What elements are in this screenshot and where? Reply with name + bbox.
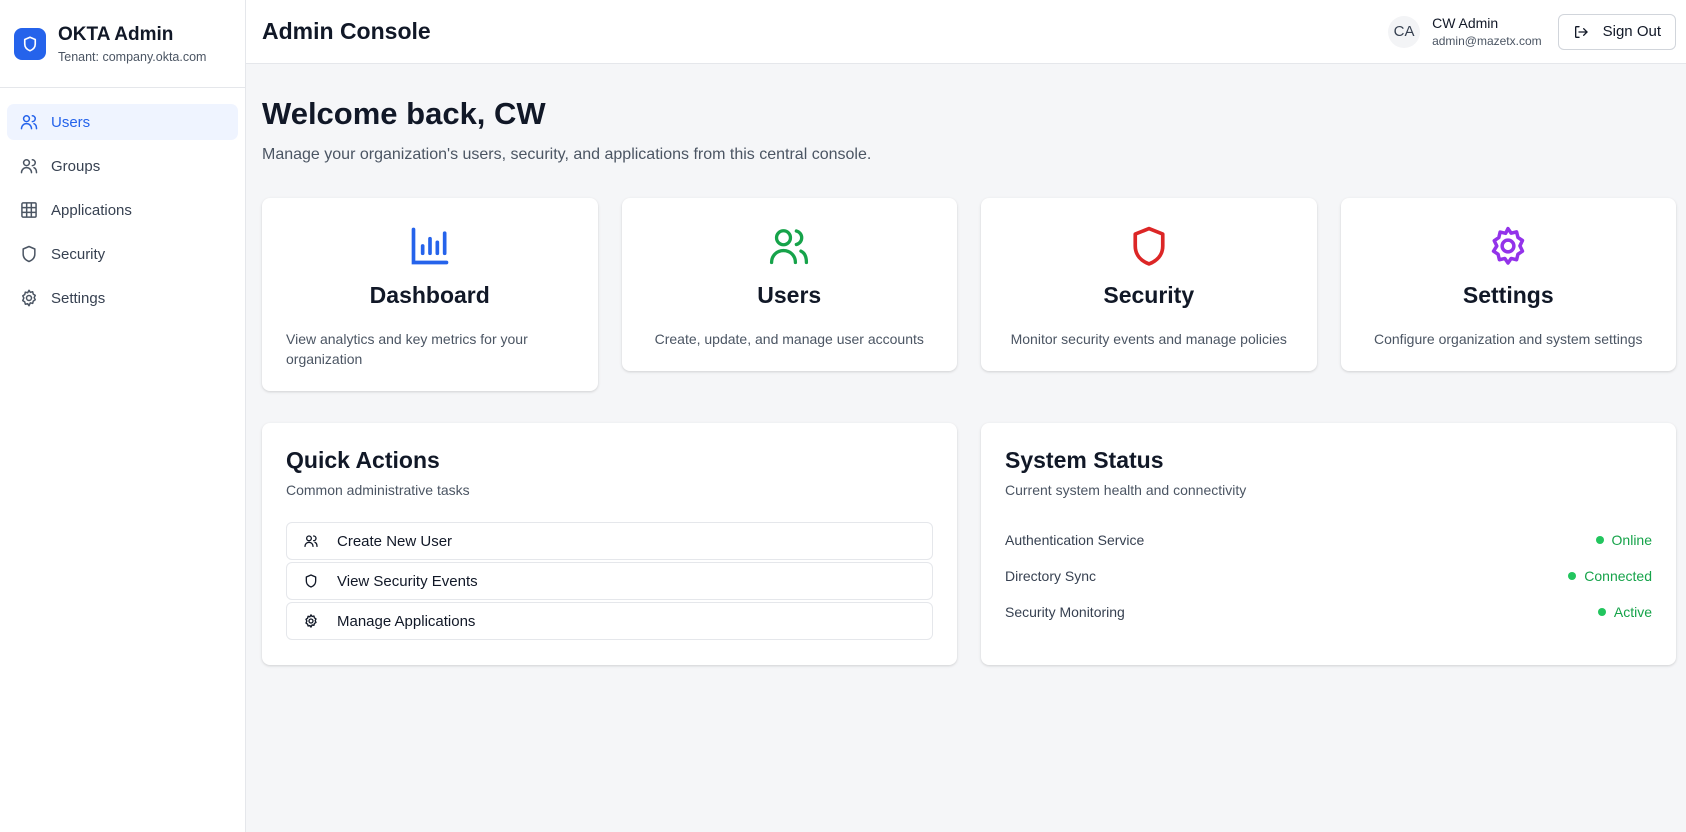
status-dot-icon [1595,536,1604,544]
card-description: Create, update, and manage user accounts [654,331,924,347]
button-label: Manage Applications [337,612,476,630]
manage-applications-button[interactable]: Manage Applications [286,602,933,640]
status-row: Authentication Service Online [1005,522,1652,558]
card-title: Security [1103,282,1195,308]
grid-icon [19,200,39,220]
panel-subtitle: Common administrative tasks [286,482,470,498]
card-users[interactable]: Users Create, update, and manage user ac… [621,198,957,371]
card-description: View analytics and key metrics for your … [286,331,528,367]
sidebar-item-label: Groups [51,157,101,175]
users-icon [646,224,934,268]
user-area: CA CW Admin admin@mazetx.com Sign Out [1388,13,1676,50]
shield-icon [1005,224,1293,268]
status-badge: Connected [1568,568,1652,584]
shield-icon [19,244,39,264]
panel-title: Quick Actions [286,447,440,473]
panels: Quick Actions Common administrative task… [262,423,1676,665]
sidebar-item-settings[interactable]: Settings [7,280,238,316]
page-title: Admin Console [262,18,431,44]
status-row: Security Monitoring Active [1005,594,1652,630]
status-label: Authentication Service [1005,532,1145,548]
user-info: CW Admin admin@mazetx.com [1432,15,1542,48]
panel-title: System Status [1005,447,1164,473]
sidebar-item-label: Settings [51,289,106,307]
group-icon [19,156,39,176]
top-bar: Admin Console CA CW Admin admin@mazetx.c… [246,0,1686,64]
card-dashboard[interactable]: Dashboard View analytics and key metrics… [262,198,598,391]
button-label: Create New User [337,532,453,550]
user-email: admin@mazetx.com [1432,34,1542,48]
view-security-events-button[interactable]: View Security Events [286,562,933,600]
status-dot-icon [1597,608,1606,616]
status-dot-icon [1568,572,1577,580]
content: Welcome back, CW Manage your organizatio… [246,64,1686,665]
status-value: Active [1613,604,1652,620]
sidebar-item-label: Applications [51,201,132,219]
card-title: Settings [1462,282,1554,308]
card-description: Monitor security events and manage polic… [1010,331,1287,347]
sign-out-icon [1573,24,1589,40]
welcome-title: Welcome back, CW [262,96,546,131]
shield-logo-icon [14,27,46,60]
card-description: Configure organization and system settin… [1374,331,1643,347]
sidebar-item-label: Security [51,245,106,263]
sign-out-button[interactable]: Sign Out [1557,13,1676,50]
status-value: Online [1611,532,1652,548]
bar-chart-icon [286,224,574,268]
card-title: Dashboard [369,282,490,308]
brand-title: OKTA Admin [58,23,174,45]
sidebar-item-applications[interactable]: Applications [7,192,238,228]
users-icon [19,112,39,132]
status-row: Directory Sync Connected [1005,558,1652,594]
sidebar-item-label: Users [51,113,91,131]
welcome-subtitle: Manage your organization's users, securi… [262,146,872,163]
status-value: Connected [1584,568,1652,584]
gear-icon [1365,224,1653,268]
sidebar-item-users[interactable]: Users [7,104,238,140]
app-root: OKTA Admin Tenant: company.okta.com User… [0,0,1686,832]
status-label: Directory Sync [1005,568,1097,584]
sidebar-item-groups[interactable]: Groups [7,148,238,184]
status-badge: Active [1597,604,1652,620]
gear-icon [19,288,39,308]
card-security[interactable]: Security Monitor security events and man… [981,198,1317,371]
shield-icon [303,573,319,589]
card-title: Users [757,282,822,308]
card-settings[interactable]: Settings Configure organization and syst… [1340,198,1676,371]
sidebar-item-security[interactable]: Security [7,236,238,272]
avatar[interactable]: CA [1388,15,1421,48]
users-icon [303,533,319,549]
panel-subtitle: Current system health and connectivity [1005,482,1247,498]
status-label: Security Monitoring [1005,604,1125,620]
quick-actions-panel: Quick Actions Common administrative task… [262,423,957,665]
feature-cards: Dashboard View analytics and key metrics… [262,198,1676,391]
gear-icon [303,613,319,629]
user-name: CW Admin [1432,15,1499,31]
sidebar-nav: Users Groups Applications Security Setti… [0,88,245,340]
button-label: View Security Events [337,572,478,590]
system-status-panel: System Status Current system health and … [981,423,1676,665]
status-badge: Online [1595,532,1652,548]
sign-out-label: Sign Out [1602,23,1661,40]
brand: OKTA Admin Tenant: company.okta.com [0,0,245,88]
tenant-label: Tenant: company.okta.com [58,49,207,64]
main-area: Admin Console CA CW Admin admin@mazetx.c… [246,0,1686,832]
create-new-user-button[interactable]: Create New User [286,522,933,560]
sidebar: OKTA Admin Tenant: company.okta.com User… [0,0,246,832]
